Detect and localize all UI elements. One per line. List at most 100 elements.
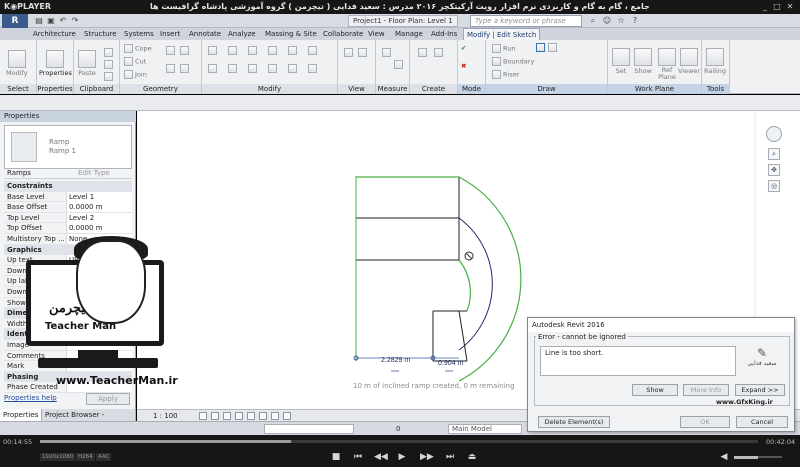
measure-icon[interactable]	[382, 48, 393, 57]
star-icon[interactable]: ☆	[616, 16, 626, 26]
delete-elements-button[interactable]: Delete Element(s)	[538, 416, 610, 428]
match-type-icon[interactable]	[104, 72, 115, 81]
crop-view-icon[interactable]	[247, 412, 255, 420]
shadows-icon[interactable]	[235, 412, 243, 420]
application-menu-button[interactable]: R	[2, 14, 28, 28]
tab-massing-site[interactable]: Massing & Site	[262, 28, 320, 40]
tab-collaborate[interactable]: Collaborate	[320, 28, 366, 40]
show-button[interactable]: Show	[634, 48, 652, 75]
cancel-edit-mode-icon[interactable]: ✖	[461, 62, 466, 70]
reveal-hidden-icon[interactable]	[283, 412, 291, 420]
rotate-icon[interactable]	[308, 46, 319, 55]
align-icon[interactable]	[208, 46, 219, 55]
save-icon[interactable]: ▣	[46, 16, 56, 26]
maximize-icon[interactable]: □	[772, 2, 782, 12]
detail-level-icon[interactable]	[199, 412, 207, 420]
split-icon[interactable]	[228, 64, 239, 73]
redo-icon[interactable]: ↷	[70, 16, 80, 26]
outer-boundary-arc[interactable]	[356, 176, 522, 382]
create-tool-icon-2[interactable]	[434, 48, 445, 57]
modify-button[interactable]: Modify	[6, 50, 28, 77]
sun-path-icon[interactable]	[223, 412, 231, 420]
mirror-icon[interactable]	[248, 46, 259, 55]
tab-structure[interactable]: Structure	[81, 28, 120, 40]
geometry-tool-icon-1[interactable]	[166, 46, 177, 55]
property-value[interactable]: 0.0000 m	[66, 202, 132, 213]
property-group-label[interactable]: Constraints	[7, 181, 65, 192]
eject-icon[interactable]: ⏏	[466, 451, 478, 463]
tab-insert[interactable]: Insert	[157, 28, 183, 40]
delete-icon[interactable]	[308, 64, 319, 73]
copy-icon[interactable]	[104, 48, 115, 57]
more-info-button[interactable]: More Info	[683, 384, 729, 396]
cut-icon[interactable]	[104, 60, 115, 69]
offset-icon[interactable]	[228, 46, 239, 55]
cancel-button[interactable]: Cancel	[736, 416, 788, 428]
minimize-icon[interactable]: _	[760, 2, 770, 12]
dimension-label-2[interactable]: 0.904 m	[438, 360, 463, 367]
forward-icon[interactable]: ▶▶	[420, 451, 434, 463]
view-tool-icon-2[interactable]	[358, 48, 369, 57]
apply-button[interactable]: Apply	[86, 393, 130, 405]
railing-button[interactable]: Railing	[704, 48, 726, 75]
properties-button[interactable]: Properties	[39, 50, 72, 77]
close-icon[interactable]: ✕	[785, 2, 795, 12]
run-button[interactable]: Run	[492, 44, 515, 53]
trim-icon[interactable]	[208, 64, 219, 73]
boundary-button[interactable]: Boundary	[492, 57, 534, 66]
ref-plane-button[interactable]: Ref Plane	[656, 48, 678, 81]
tab-add-ins[interactable]: Add-Ins	[428, 28, 460, 40]
cut-geometry-button[interactable]: Cut	[124, 57, 146, 66]
panel-label-select[interactable]: Select	[0, 84, 36, 94]
open-icon[interactable]: ▤	[34, 16, 44, 26]
view-tool-icon-1[interactable]	[344, 48, 355, 57]
line-draw-icon[interactable]	[536, 43, 547, 52]
undo-icon[interactable]: ↶	[58, 16, 68, 26]
tab-properties[interactable]: Properties	[0, 409, 43, 421]
pan-icon[interactable]: ✥	[768, 164, 780, 176]
move-icon[interactable]	[268, 46, 279, 55]
geometry-tool-icon-2[interactable]	[180, 46, 191, 55]
scale-icon[interactable]	[268, 64, 279, 73]
pin-icon[interactable]	[288, 64, 299, 73]
tab-systems[interactable]: Systems	[121, 28, 157, 40]
dimension-icon[interactable]	[394, 60, 405, 69]
riser-button[interactable]: Riser	[492, 70, 519, 79]
run-center-arc[interactable]	[458, 217, 493, 351]
set-button[interactable]: Set	[612, 48, 630, 75]
tab-modify-edit-sketch[interactable]: Modify | Edit Sketch	[463, 28, 541, 40]
paste-button[interactable]: Paste	[78, 50, 96, 77]
inner-boundary-arc[interactable]	[458, 259, 471, 312]
user-icon[interactable]: ☺	[602, 16, 612, 26]
tab-analyze[interactable]: Analyze	[225, 28, 259, 40]
finish-edit-mode-icon[interactable]: ✔	[461, 44, 466, 52]
tab-architecture[interactable]: Architecture	[30, 28, 79, 40]
show-crop-icon[interactable]	[259, 412, 267, 420]
ok-button[interactable]: OK	[680, 416, 730, 428]
tab-project-browser[interactable]: Project Browser - Project1	[42, 409, 136, 431]
geometry-tool-icon-3[interactable]	[166, 64, 177, 73]
show-button[interactable]: Show	[632, 384, 678, 396]
binoculars-icon[interactable]: ⌕	[588, 16, 598, 26]
viewer-button[interactable]: Viewer	[678, 48, 700, 75]
expand-button[interactable]: Expand >>	[735, 384, 785, 396]
edit-type-button[interactable]: Edit Type	[78, 167, 110, 179]
join-button[interactable]: Join	[124, 70, 147, 79]
array-icon[interactable]	[248, 64, 259, 73]
next-icon[interactable]: ⏭	[444, 451, 456, 463]
play-icon[interactable]: ▶	[396, 451, 408, 463]
orbit-icon[interactable]: ◎	[768, 180, 780, 192]
zoom-icon[interactable]: ⌕	[768, 148, 780, 160]
tab-annotate[interactable]: Annotate	[186, 28, 224, 40]
help-search-input[interactable]: Type a keyword or phrase	[470, 15, 582, 27]
property-value[interactable]: Level 1	[66, 191, 132, 202]
tab-manage[interactable]: Manage	[392, 28, 426, 40]
dimension-label-1[interactable]: 2.2829 m	[381, 357, 410, 364]
create-tool-icon-1[interactable]	[418, 48, 429, 57]
volume-slider[interactable]	[734, 456, 782, 459]
workset-field[interactable]	[264, 424, 354, 434]
element-filter[interactable]: Ramps Edit Type	[4, 167, 132, 179]
rewind-icon[interactable]: ◀◀	[374, 451, 388, 463]
type-selector[interactable]: Ramp Ramp 1	[4, 125, 132, 169]
geometry-tool-icon-4[interactable]	[180, 64, 191, 73]
